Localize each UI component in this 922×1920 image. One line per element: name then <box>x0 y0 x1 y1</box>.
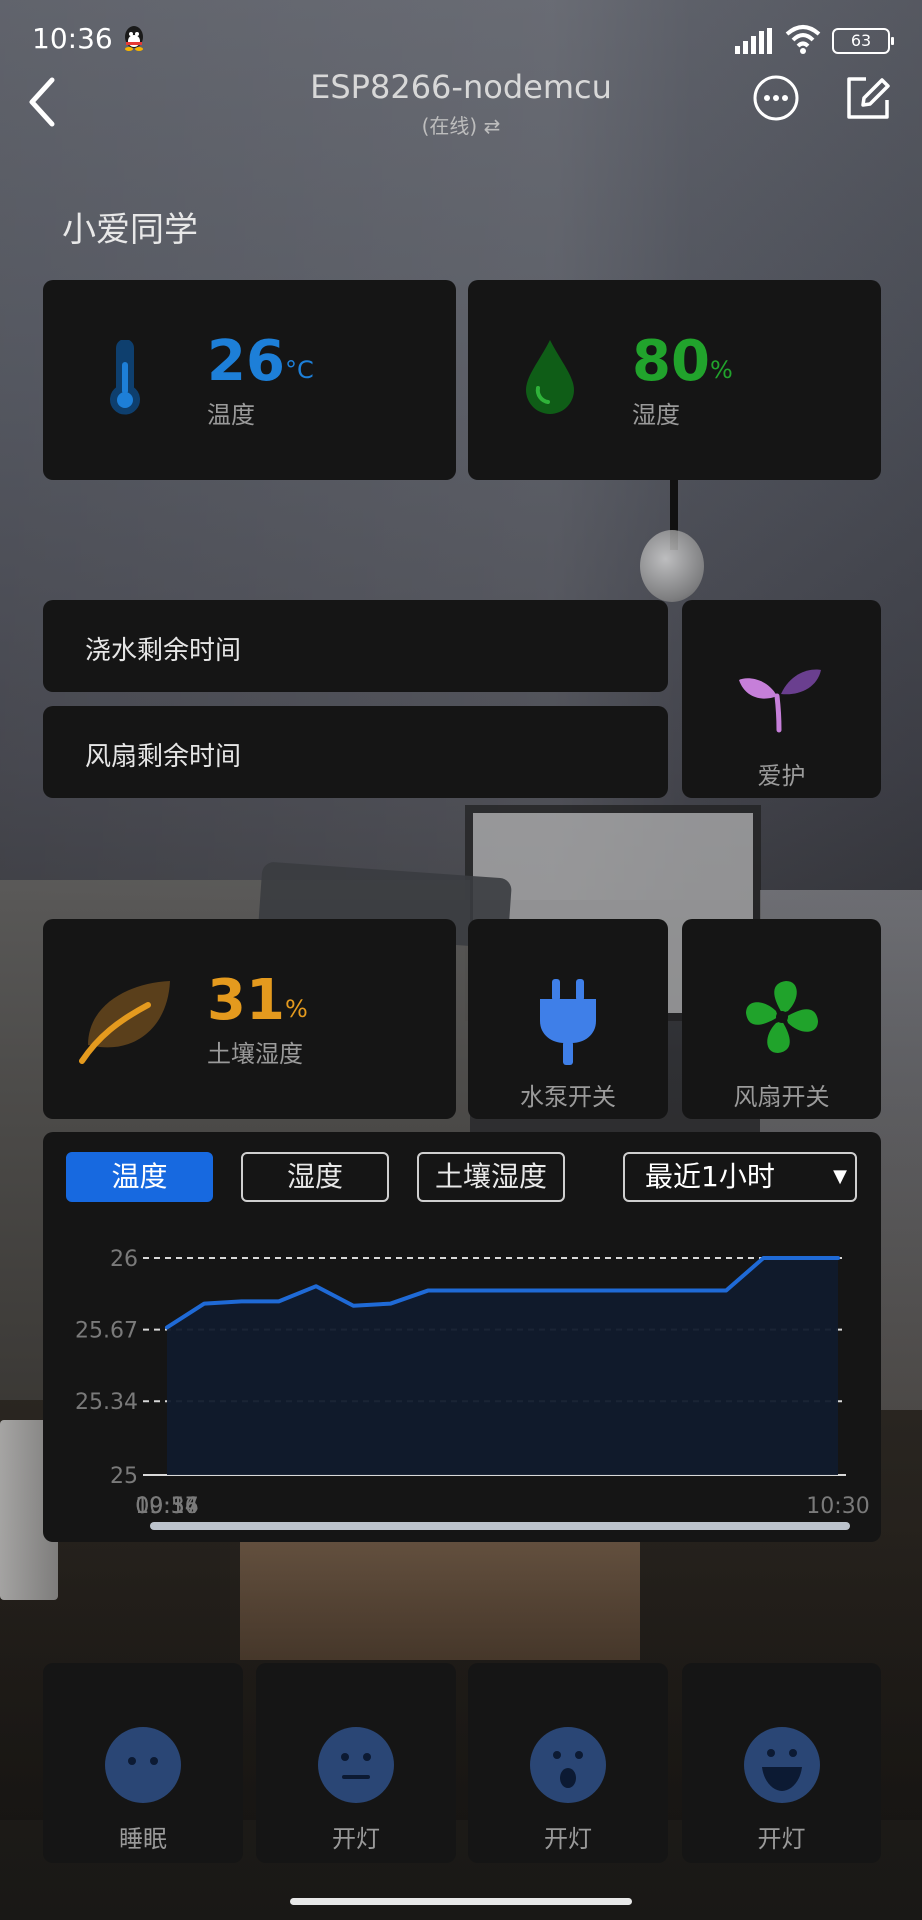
chart-x-tick-label: 10:30 <box>806 1494 869 1519</box>
signal-icon <box>735 28 772 54</box>
chart-y-tick-label: 25.34 <box>75 1390 138 1415</box>
scene-button-light-3[interactable]: 开灯 <box>682 1663 881 1863</box>
scene-label-light-2: 开灯 <box>544 1825 592 1853</box>
pump-switch-label: 水泵开关 <box>520 1083 616 1111</box>
background-lamp-cord <box>670 470 678 550</box>
thermometer-icon <box>110 340 140 415</box>
fan-timer-label: 风扇剩余时间 <box>85 742 242 772</box>
background-coffee-table <box>240 1540 640 1660</box>
chart-x-tick-label: 10:14 <box>135 1494 198 1519</box>
fan-switch-button[interactable]: 风扇开关 <box>682 919 881 1119</box>
happy-face-icon <box>744 1727 820 1803</box>
fan-icon <box>746 981 818 1053</box>
wifi-icon <box>785 25 821 54</box>
pump-switch-button[interactable]: 水泵开关 <box>468 919 668 1119</box>
chart-y-tick-label: 25.67 <box>75 1319 138 1344</box>
tab-soil-moisture[interactable]: 土壤湿度 <box>417 1152 565 1202</box>
scene-label-light-1: 开灯 <box>332 1825 380 1853</box>
sprout-icon <box>739 669 821 733</box>
leaf-icon <box>79 981 170 1064</box>
neutral-face-icon <box>318 1727 394 1803</box>
humidity-label: 湿度 <box>632 401 680 429</box>
home-indicator[interactable] <box>290 1898 632 1905</box>
edit-icon[interactable] <box>844 74 892 122</box>
more-options-icon[interactable] <box>752 74 800 122</box>
plug-icon <box>540 979 596 1065</box>
fan-timer-row: 风扇剩余时间 <box>43 706 668 798</box>
water-timer-row: 浇水剩余时间 <box>43 600 668 692</box>
care-button[interactable]: 爱护 <box>682 600 881 798</box>
time-range-select[interactable]: 最近1小时 ▼ <box>623 1152 857 1202</box>
temperature-card: 26 °C 温度 <box>43 280 456 480</box>
temperature-unit: °C <box>285 356 314 384</box>
scene-label-sleep: 睡眠 <box>119 1825 167 1853</box>
care-label: 爱护 <box>757 762 806 790</box>
scene-button-light-2[interactable]: 开灯 <box>468 1663 668 1863</box>
tab-temperature[interactable]: 温度 <box>66 1152 213 1202</box>
sleep-face-icon <box>105 1727 181 1803</box>
nav-bar: ESP8266-nodemcu (在线) ⇄ <box>0 60 922 150</box>
scene-label-light-3: 开灯 <box>757 1825 806 1853</box>
humidity-card: 80 % 湿度 <box>468 280 881 480</box>
chart-y-tick-label: 26 <box>110 1247 138 1272</box>
fan-switch-label: 风扇开关 <box>733 1083 830 1111</box>
status-time: 10:36 <box>32 22 113 55</box>
time-range-value: 最近1小时 <box>645 1160 775 1193</box>
tab-humidity[interactable]: 湿度 <box>241 1152 389 1202</box>
battery-indicator: 63 <box>832 28 894 54</box>
temperature-value: 26 <box>207 329 285 394</box>
temperature-chart: 2625.6725.342509:3709:5610:14 10:30 <box>75 1247 870 1519</box>
qq-notification-icon <box>125 26 143 51</box>
temperature-label: 温度 <box>207 401 255 429</box>
dropdown-caret-icon: ▼ <box>833 1166 847 1187</box>
scene-button-light-1[interactable]: 开灯 <box>256 1663 456 1863</box>
scene-button-sleep[interactable]: 睡眠 <box>43 1663 243 1863</box>
chart-y-tick-label: 25 <box>110 1464 138 1489</box>
soil-moisture-label: 土壤湿度 <box>207 1040 303 1068</box>
chart-scrollbar[interactable] <box>150 1522 850 1530</box>
water-drop-icon <box>526 340 574 414</box>
soil-moisture-unit: % <box>285 995 308 1023</box>
section-title: 小爱同学 <box>62 210 198 250</box>
humidity-unit: % <box>710 356 733 384</box>
humidity-value: 80 <box>632 329 710 394</box>
background-light-bulb <box>640 530 704 602</box>
soil-moisture-card: 31 % 土壤湿度 <box>43 919 456 1119</box>
surprised-face-icon <box>530 1727 606 1803</box>
water-timer-label: 浇水剩余时间 <box>85 636 242 666</box>
soil-moisture-value: 31 <box>207 968 285 1033</box>
